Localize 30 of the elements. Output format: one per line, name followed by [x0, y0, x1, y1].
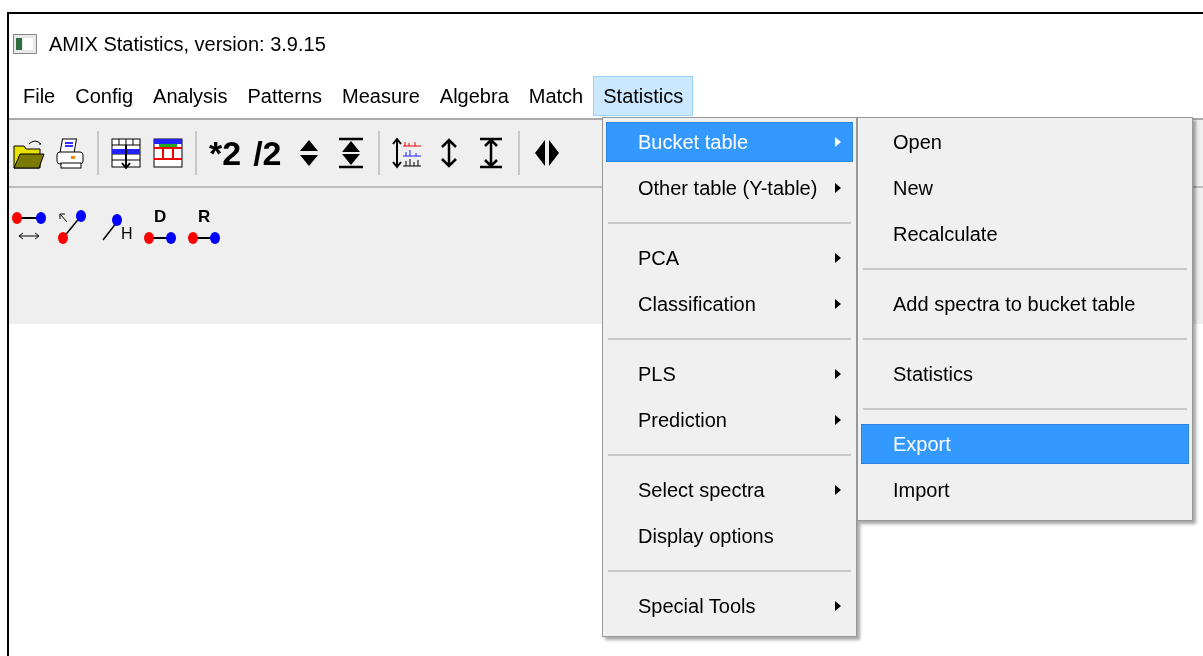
menu-item[interactable]: Display options — [606, 516, 853, 556]
menu-item[interactable]: Algebra — [429, 76, 519, 116]
spectra-icon[interactable] — [389, 136, 424, 170]
menu-item[interactable]: Open — [861, 122, 1189, 162]
menu-item[interactable]: Select spectra — [606, 470, 853, 510]
menu-item[interactable]: Add spectra to bucket table — [861, 284, 1189, 324]
menu-item[interactable]: Import — [861, 470, 1189, 510]
table-down-icon[interactable] — [109, 136, 143, 170]
menu-item[interactable]: PLS — [606, 354, 853, 394]
menu-item[interactable]: Statistics — [593, 76, 694, 116]
menu-item[interactable]: Analysis — [143, 76, 238, 116]
toolbar-button[interactable]: /2 — [251, 136, 284, 170]
menu-item[interactable]: Other table (Y-table) — [606, 168, 853, 208]
printer-icon[interactable] — [53, 136, 87, 170]
menu-item[interactable]: Recalculate — [861, 214, 1189, 254]
menu-item[interactable]: Special Tools — [606, 586, 853, 626]
menu-item[interactable]: Statistics — [861, 354, 1189, 394]
table-icon[interactable] — [151, 136, 185, 170]
menu-item[interactable]: Classification — [606, 284, 853, 324]
menu-item[interactable]: Config — [65, 76, 144, 116]
menu-item[interactable]: Match — [518, 76, 594, 116]
toolbar-button[interactable]: *2 — [207, 136, 244, 170]
menu-item[interactable]: Measure — [332, 76, 430, 116]
menu-item[interactable]: New — [861, 168, 1189, 208]
window-title: AMIX Statistics, version: 3.9.15 — [49, 32, 326, 57]
app-icon — [13, 34, 37, 54]
menu-item[interactable]: Patterns — [237, 76, 332, 116]
menu-item[interactable]: File — [13, 76, 66, 116]
menu-item[interactable]: PCA — [606, 238, 853, 278]
menu-item[interactable]: Prediction — [606, 400, 853, 440]
